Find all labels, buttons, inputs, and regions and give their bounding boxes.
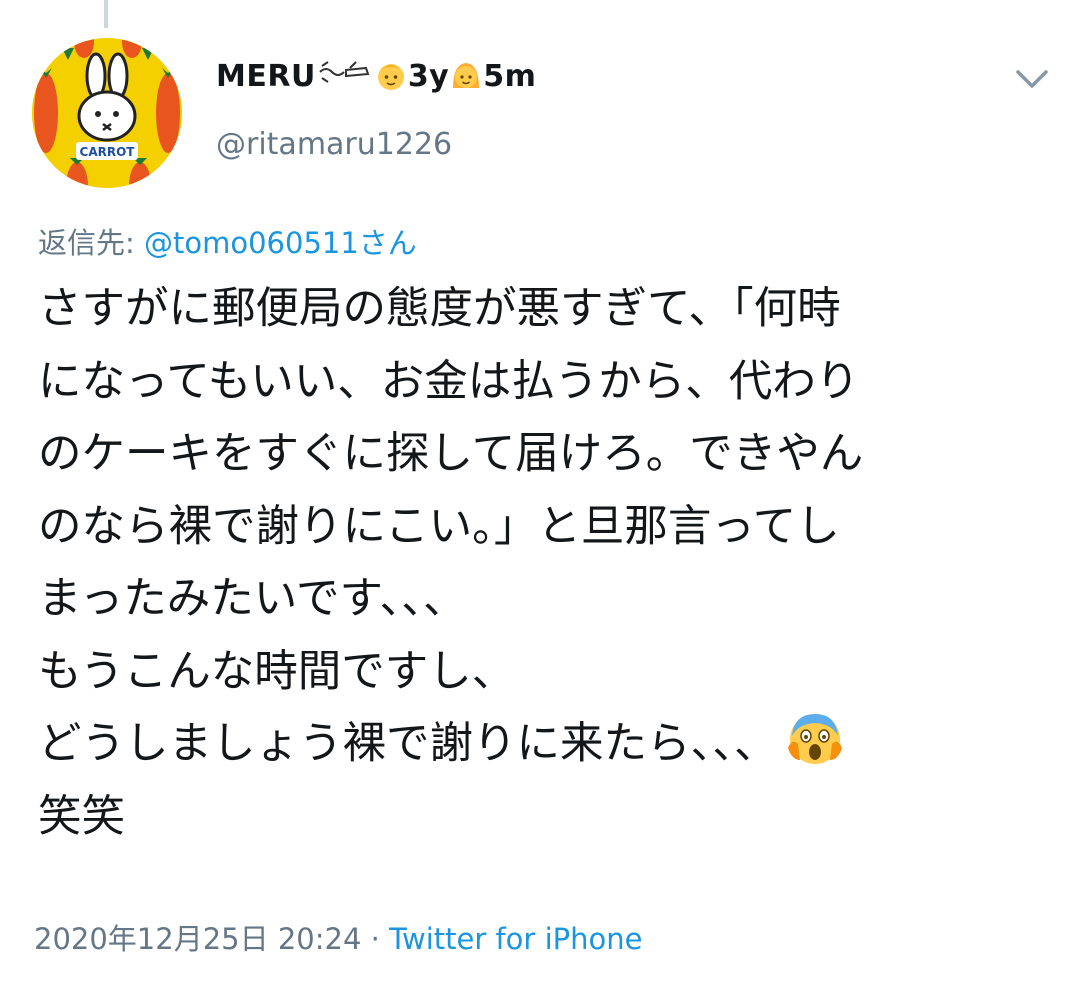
meta-separator: · — [361, 922, 390, 956]
tweet-line-2: になってもいい、お金は払うから、代わり — [38, 356, 860, 407]
tweet-timestamp[interactable]: 2020年12月25日 20:24 — [34, 922, 361, 956]
baby-girl-emoji — [453, 63, 480, 88]
tweet-meta: 2020年12月25日 20:24 · Twitter for iPhone — [34, 916, 642, 958]
reply-prefix: 返信先: — [38, 226, 144, 260]
hose-icon — [319, 61, 370, 83]
avatar-label: CARROT — [80, 145, 136, 159]
tweet-line-3: のケーキをすぐに探して届けろ。できやん — [38, 429, 864, 479]
tweet-menu-button[interactable] — [1012, 64, 1052, 94]
chevron-down-icon — [1016, 70, 1048, 88]
baby-boy-emoji — [377, 64, 404, 90]
author-handle[interactable]: @ritamaru1226 — [216, 127, 452, 162]
tweet-line-4: のなら裸で謝りにこい。」と旦那言ってし — [38, 501, 840, 552]
avatar-illustration: CARROT — [32, 38, 182, 188]
avatar[interactable]: CARROT — [32, 38, 182, 188]
tweet-line-5: まったみたいです、、、 — [38, 574, 467, 624]
reply-mention-link[interactable]: @tomo060511さん — [144, 226, 417, 260]
tweet-line-7-wrap: どうしましょう裸で謝りに来たら、、、 — [38, 708, 1048, 781]
reply-context: 返信先: @tomo060511さん — [38, 220, 417, 262]
tweet-line-8: 笑笑 — [38, 791, 125, 842]
tweet-line-6: もうこんな時間ですし、 — [38, 646, 516, 697]
thread-connector-line — [104, 0, 108, 28]
scream-emoji — [787, 714, 842, 764]
child-age-2: 5m — [483, 59, 537, 94]
child-age-1: 3y — [407, 59, 450, 94]
tweet-text: さすがに郵便局の態度が悪すぎて、「何時 になってもいい、お金は払うから、代わり … — [38, 273, 1048, 853]
tweet-source-link[interactable]: Twitter for iPhone — [389, 922, 642, 956]
tweet-line-1: さすがに郵便局の態度が悪すぎて、「何時 — [38, 284, 841, 334]
tweet-line-7: どうしましょう裸で謝りに来たら、、、 — [38, 719, 778, 769]
author-display-name[interactable]: MERU 3y 5m — [216, 58, 536, 94]
author-name-text: MERU — [216, 59, 316, 94]
